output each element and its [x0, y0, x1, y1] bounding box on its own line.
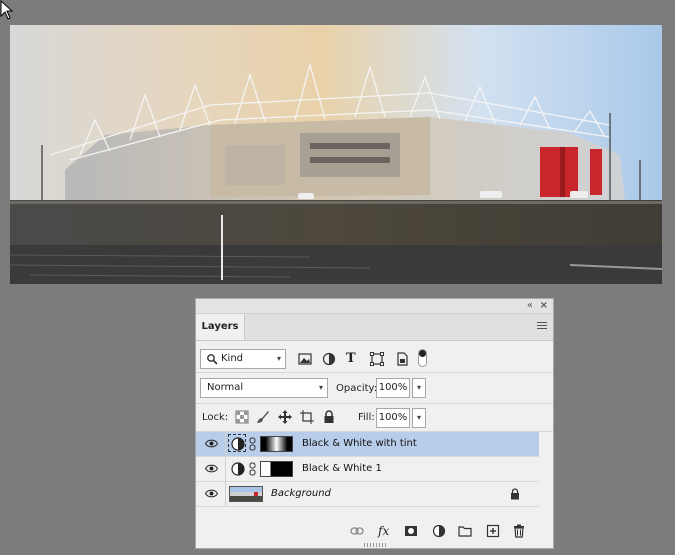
mask-link-icon[interactable] — [249, 462, 256, 476]
filter-toggle-switch[interactable] — [418, 349, 427, 367]
filter-shape-icon[interactable] — [369, 351, 385, 367]
layer-row-bw-tint[interactable]: Black & White with tint — [196, 432, 539, 457]
eye-separator — [225, 482, 226, 506]
layer-name[interactable]: Black & White 1 — [302, 463, 382, 474]
layer-lock-icon[interactable] — [510, 488, 520, 500]
adjustment-layer-icon — [231, 462, 245, 476]
panel-resize-grip[interactable] — [364, 543, 386, 547]
layers-panel: « × Layers Kind ▾ T Normal ▾ Opacity: 10… — [195, 298, 554, 549]
new-group-folder-icon[interactable] — [458, 524, 472, 538]
search-icon — [207, 354, 218, 365]
filter-adjustment-icon[interactable] — [321, 351, 337, 367]
layer-image-thumbnail[interactable] — [229, 486, 263, 502]
layer-filter-row: Kind ▾ T — [196, 346, 553, 373]
document-canvas-image[interactable] — [10, 25, 662, 284]
opacity-dropdown-button[interactable]: ▾ — [412, 378, 426, 398]
close-panel-icon[interactable]: × — [540, 300, 548, 312]
chevron-down-icon: ▾ — [318, 383, 323, 392]
mouse-pointer-icon — [0, 0, 14, 20]
visibility-eye-icon[interactable] — [205, 489, 218, 498]
layer-row-bw-1[interactable]: Black & White 1 — [196, 457, 539, 482]
layer-name[interactable]: Black & White with tint — [302, 438, 417, 449]
collapse-panel-icon[interactable]: « — [527, 300, 533, 312]
new-adjustment-layer-icon[interactable] — [432, 524, 446, 538]
layer-mask-thumbnail[interactable] — [260, 461, 293, 477]
delete-layer-trash-icon[interactable] — [512, 524, 526, 538]
eye-separator — [225, 432, 226, 456]
fill-label: Fill: — [358, 412, 375, 423]
lock-transparency-icon[interactable] — [235, 410, 249, 424]
lock-all-icon[interactable] — [322, 410, 336, 424]
add-mask-icon[interactable] — [404, 524, 418, 538]
chevron-down-icon: ▾ — [276, 354, 281, 363]
layer-style-fx-icon[interactable]: fx — [378, 524, 392, 538]
filter-smart-object-icon[interactable] — [394, 351, 410, 367]
lock-position-move-icon[interactable] — [278, 410, 292, 424]
layer-row-background[interactable]: Background — [196, 482, 539, 507]
blend-mode-value: Normal — [207, 382, 244, 393]
adjustment-layer-icon — [231, 437, 245, 451]
lock-artboard-icon[interactable] — [300, 410, 314, 424]
panel-tab-bar: Layers — [196, 314, 553, 341]
visibility-eye-icon[interactable] — [205, 439, 218, 448]
lock-pixels-brush-icon[interactable] — [256, 410, 270, 424]
fill-dropdown-button[interactable]: ▾ — [412, 408, 426, 428]
visibility-eye-icon[interactable] — [205, 464, 218, 473]
blend-row: Normal ▾ Opacity: 100% ▾ — [196, 373, 553, 404]
new-layer-icon[interactable] — [486, 524, 500, 538]
panel-title-bar[interactable]: « × — [196, 299, 553, 314]
fill-input[interactable]: 100% — [376, 408, 410, 428]
eye-separator — [225, 457, 226, 481]
filter-kind-select[interactable]: Kind ▾ — [200, 349, 286, 369]
layers-list: Black & White with tint Black & White 1 — [196, 432, 539, 507]
mask-link-icon[interactable] — [249, 437, 256, 451]
layer-mask-thumbnail[interactable] — [260, 436, 293, 452]
opacity-input[interactable]: 100% — [376, 378, 410, 398]
lock-row: Lock: Fill: 100% ▾ — [196, 404, 553, 432]
layers-bottom-toolbar: fx — [196, 519, 553, 543]
filter-type-icon[interactable]: T — [346, 351, 362, 367]
tab-layers[interactable]: Layers — [196, 314, 245, 340]
panel-menu-icon[interactable] — [537, 322, 547, 331]
link-layers-icon[interactable] — [350, 524, 364, 538]
blend-mode-select[interactable]: Normal ▾ — [200, 378, 328, 398]
opacity-label: Opacity: — [336, 383, 378, 394]
filter-kind-value: Kind — [221, 353, 244, 364]
lock-label: Lock: — [202, 412, 229, 423]
layer-name[interactable]: Background — [271, 488, 331, 499]
filter-pixel-icon[interactable] — [297, 351, 313, 367]
